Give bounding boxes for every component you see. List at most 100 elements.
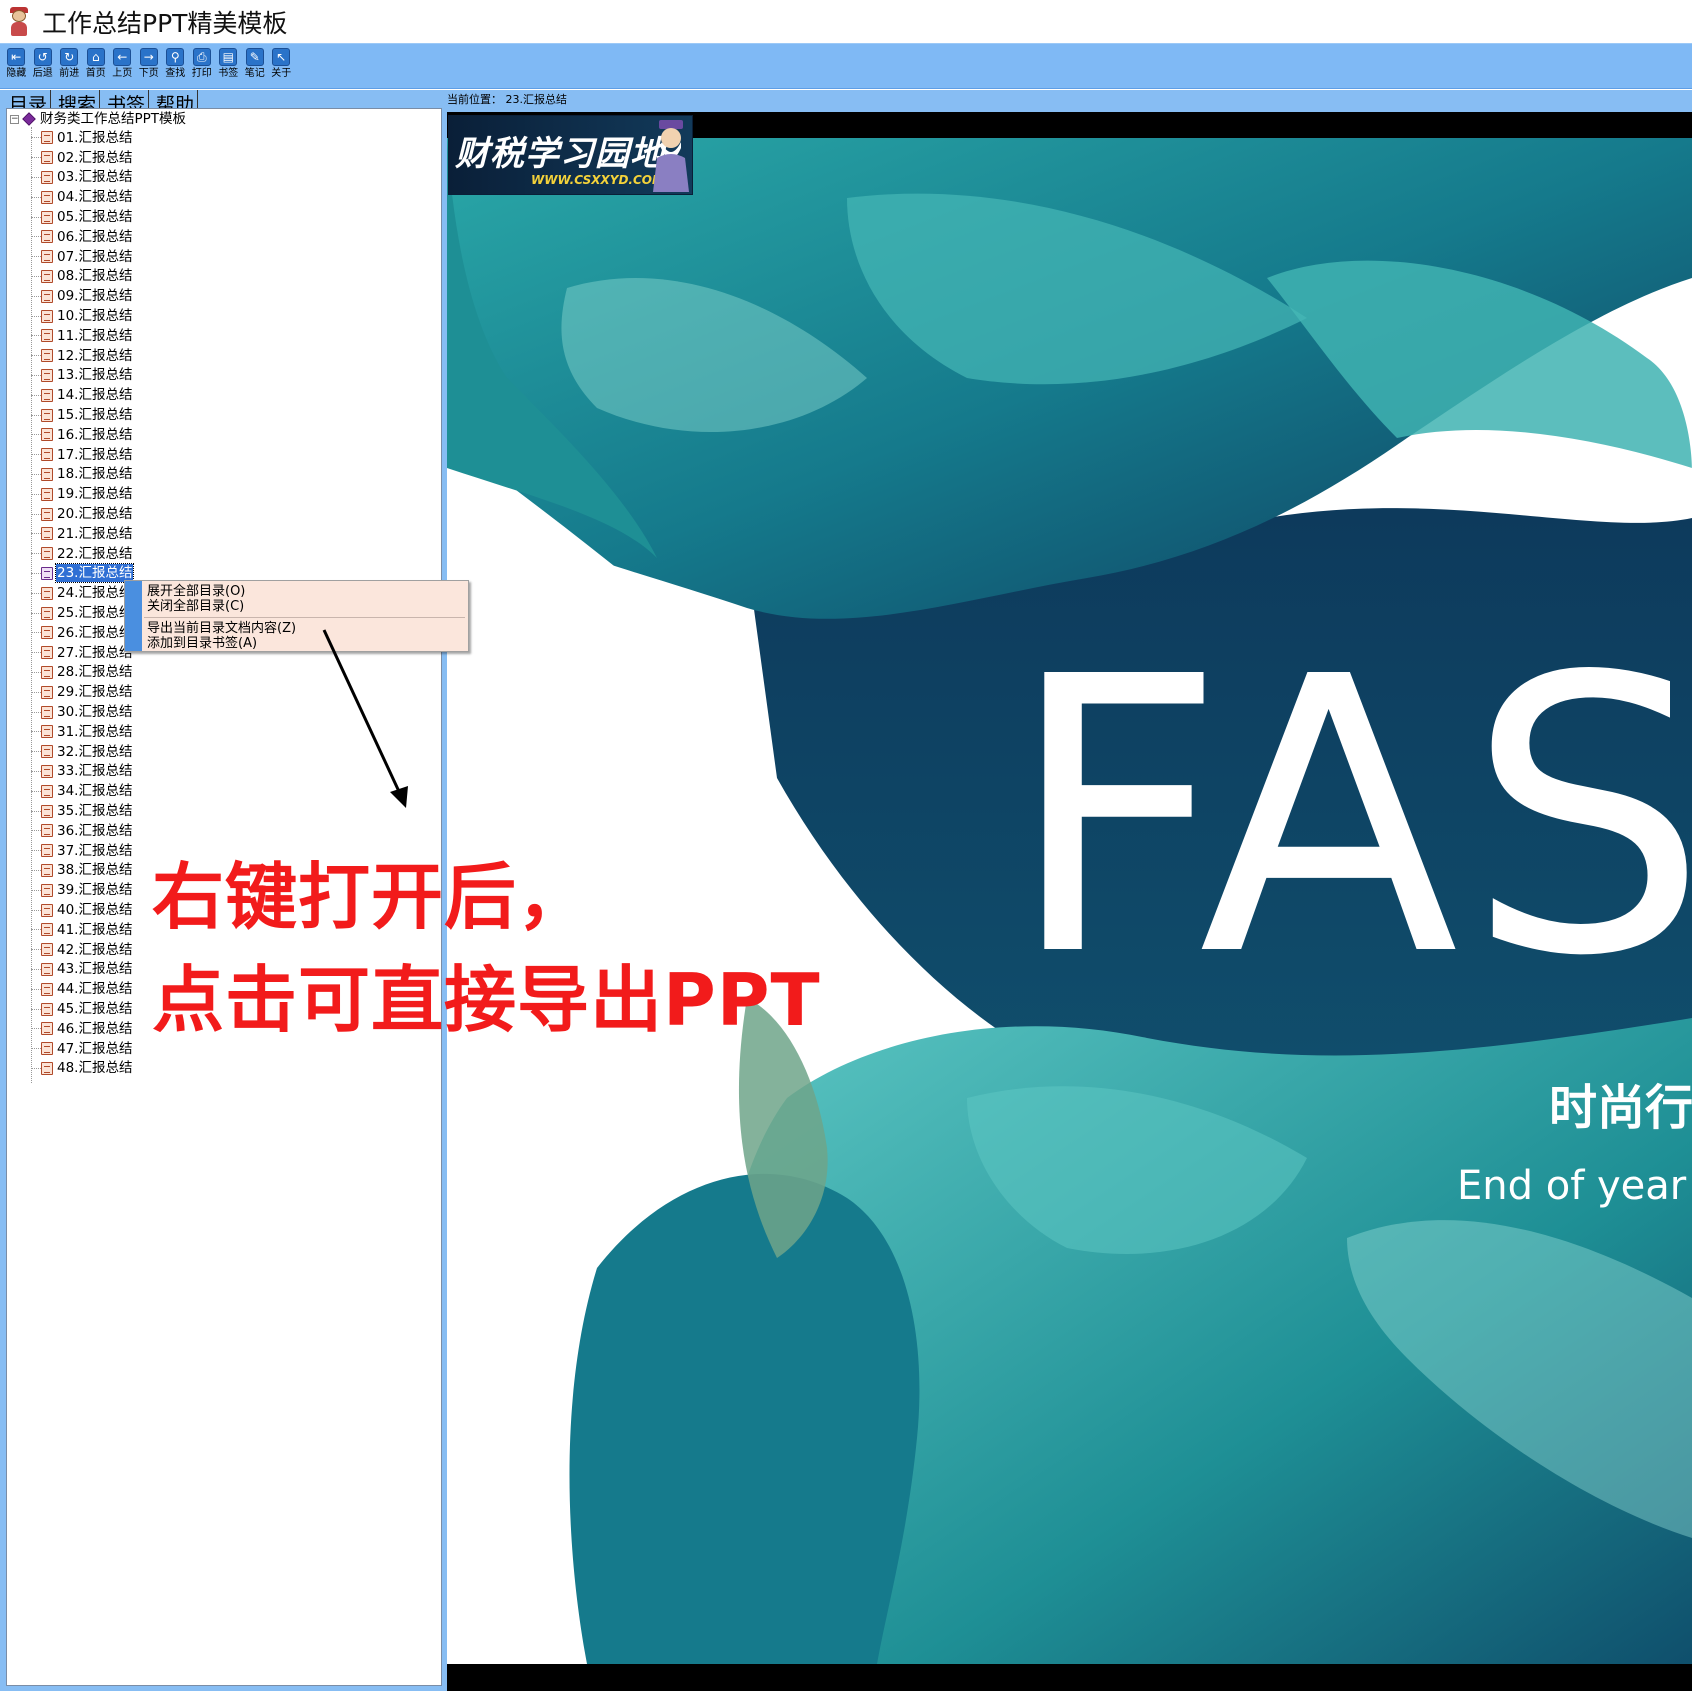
document-icon <box>41 190 53 204</box>
tree-item[interactable]: 38.汇报总结 <box>31 861 133 881</box>
tree-item[interactable]: 13.汇报总结 <box>31 366 133 386</box>
tree-item[interactable]: 37.汇报总结 <box>31 841 133 861</box>
tree-item[interactable]: 30.汇报总结 <box>31 702 133 722</box>
tree-item-label: 26.汇报总结 <box>57 624 133 641</box>
tree-item[interactable]: 02.汇报总结 <box>31 148 133 168</box>
watermark-logo: 财税学习园地 WWW.CSXXYD.COM <box>448 115 693 195</box>
toolbar-button-9[interactable]: ✎ 笔记 <box>242 48 269 80</box>
toolbar-button-3[interactable]: ⌂ 首页 <box>83 48 110 80</box>
tree-item[interactable]: 19.汇报总结 <box>31 484 133 504</box>
sidebar-tab[interactable]: 帮助 <box>153 90 199 108</box>
tree-item[interactable]: 20.汇报总结 <box>31 504 133 524</box>
tree-item[interactable]: 33.汇报总结 <box>31 762 133 782</box>
tree-item-label: 17.汇报总结 <box>57 446 133 463</box>
menu-item-add-bookmark[interactable]: 添加到目录书签(A) <box>147 636 257 651</box>
tree-item[interactable]: 24.汇报总结 <box>31 583 133 603</box>
tree-item[interactable]: 03.汇报总结 <box>31 168 133 188</box>
tree-item[interactable]: 46.汇报总结 <box>31 1019 133 1039</box>
sidebar-tab[interactable]: 目录 <box>6 90 52 108</box>
tree-item[interactable]: 34.汇报总结 <box>31 781 133 801</box>
toolbar-button-1[interactable]: ↺ 后退 <box>30 48 57 80</box>
tree-item[interactable]: 29.汇报总结 <box>31 682 133 702</box>
tree-item[interactable]: 10.汇报总结 <box>31 306 133 326</box>
tree-guide-line <box>31 751 41 753</box>
tree-item[interactable]: 40.汇报总结 <box>31 900 133 920</box>
tree-item[interactable]: 11.汇报总结 <box>31 326 133 346</box>
toolbar-button-6[interactable]: ⚲ 查找 <box>162 48 189 80</box>
tree-item[interactable]: 28.汇报总结 <box>31 663 133 683</box>
tree-item[interactable]: 07.汇报总结 <box>31 247 133 267</box>
toolbar-button-5[interactable]: → 下页 <box>136 48 163 80</box>
tree-item[interactable]: 23.汇报总结 <box>31 563 135 584</box>
tree-item[interactable]: 05.汇报总结 <box>31 207 133 227</box>
document-viewer[interactable]: FASI 时尚行 End of year w <box>447 112 1692 1691</box>
tree-item-label: 34.汇报总结 <box>57 783 133 800</box>
toolbar-button-8[interactable]: ▤ 书签 <box>215 48 242 80</box>
tree-item-label: 09.汇报总结 <box>57 288 133 305</box>
tree-item-label: 05.汇报总结 <box>57 209 133 226</box>
tree-item[interactable]: 15.汇报总结 <box>31 405 133 425</box>
menu-item-expand-all[interactable]: 展开全部目录(O) <box>147 584 245 599</box>
forward-icon: ↻ <box>60 48 79 66</box>
document-icon <box>41 784 53 798</box>
document-icon <box>41 507 53 521</box>
tree-guide-line <box>31 711 41 713</box>
tree-item[interactable]: 18.汇报总结 <box>31 465 133 485</box>
tree-item[interactable]: 48.汇报总结 <box>31 1059 133 1079</box>
tree-item[interactable]: 43.汇报总结 <box>31 960 133 980</box>
tree-item-label: 07.汇报总结 <box>57 248 133 265</box>
tree-item[interactable]: 27.汇报总结 <box>31 643 133 663</box>
tree-root-node[interactable]: − 财务类工作总结PPT模板 <box>7 109 186 129</box>
back-icon: ↺ <box>33 48 52 66</box>
tree-item[interactable]: 17.汇报总结 <box>31 445 133 465</box>
tree-item[interactable]: 16.汇报总结 <box>31 425 133 445</box>
toolbar-button-10[interactable]: ↖ 关于 <box>268 48 295 80</box>
tree-item[interactable]: 22.汇报总结 <box>31 544 133 564</box>
tree-item[interactable]: 36.汇报总结 <box>31 821 133 841</box>
tree-item[interactable]: 01.汇报总结 <box>31 128 133 148</box>
tree-item[interactable]: 41.汇报总结 <box>31 920 133 940</box>
tree-item-label: 16.汇报总结 <box>57 426 133 443</box>
tree-item[interactable]: 21.汇报总结 <box>31 524 133 544</box>
tree-item[interactable]: 25.汇报总结 <box>31 603 133 623</box>
tree-item[interactable]: 26.汇报总结 <box>31 623 133 643</box>
toolbar-button-0[interactable]: ⇤ 隐藏 <box>3 48 30 80</box>
tree-item[interactable]: 44.汇报总结 <box>31 979 133 999</box>
tree-item[interactable]: 06.汇报总结 <box>31 227 133 247</box>
toolbar-button-7[interactable]: ⎙ 打印 <box>189 48 216 80</box>
menu-item-export-document[interactable]: 导出当前目录文档内容(Z) <box>147 621 296 636</box>
tree-item[interactable]: 14.汇报总结 <box>31 385 133 405</box>
tree-item[interactable]: 47.汇报总结 <box>31 1039 133 1059</box>
tree-item[interactable]: 35.汇报总结 <box>31 801 133 821</box>
tree-item-label: 36.汇报总结 <box>57 822 133 839</box>
toolbar-button-4[interactable]: ← 上页 <box>109 48 136 80</box>
tree-guide-line <box>31 691 41 693</box>
toolbar-button-2[interactable]: ↻ 前进 <box>56 48 83 80</box>
tree-guide-line <box>31 414 41 416</box>
tree-item[interactable]: 42.汇报总结 <box>31 940 133 960</box>
menu-item-collapse-all[interactable]: 关闭全部目录(C) <box>147 599 244 614</box>
collapse-toggle-icon[interactable]: − <box>10 114 19 124</box>
sidebar-tab[interactable]: 搜索 <box>55 90 101 108</box>
tree-item[interactable]: 32.汇报总结 <box>31 742 133 762</box>
tree-item[interactable]: 12.汇报总结 <box>31 346 133 366</box>
document-icon <box>41 606 53 620</box>
sidebar-tab[interactable]: 书签 <box>104 90 150 108</box>
tree-item-label: 44.汇报总结 <box>57 981 133 998</box>
search-icon: ⚲ <box>166 48 185 66</box>
tree-guide-line <box>31 850 41 852</box>
tree-item[interactable]: 39.汇报总结 <box>31 880 133 900</box>
tree-item[interactable]: 31.汇报总结 <box>31 722 133 742</box>
tree-item[interactable]: 04.汇报总结 <box>31 187 133 207</box>
title-bar: 工作总结PPT精美模板 <box>0 0 1692 43</box>
tree-guide-line <box>31 671 41 673</box>
tree-item[interactable]: 08.汇报总结 <box>31 267 133 287</box>
tree-item-label: 03.汇报总结 <box>57 169 133 186</box>
home-icon: ⌂ <box>86 48 105 66</box>
document-icon <box>41 388 53 402</box>
document-icon <box>41 368 53 382</box>
tree-guide-line <box>31 909 41 911</box>
tree-item-label: 06.汇报总结 <box>57 228 133 245</box>
tree-item[interactable]: 09.汇报总结 <box>31 286 133 306</box>
tree-item[interactable]: 45.汇报总结 <box>31 999 133 1019</box>
